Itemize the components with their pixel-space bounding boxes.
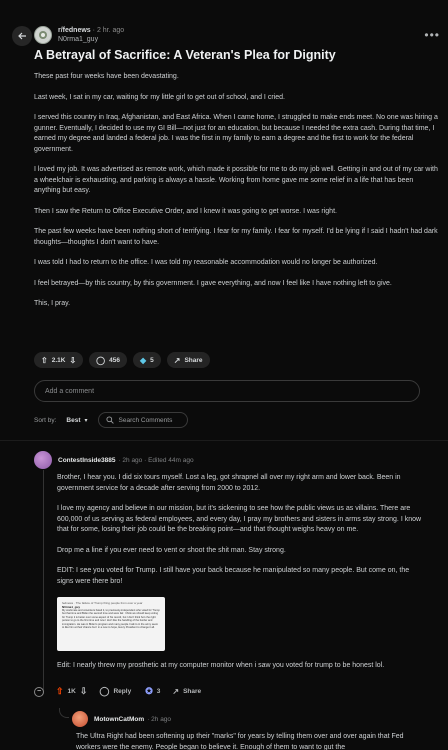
comments-button[interactable]: ◯ 456	[89, 352, 127, 368]
share-icon: ↗	[172, 687, 180, 696]
share-icon: ↗	[173, 355, 181, 365]
back-button[interactable]	[12, 26, 32, 46]
search-comments-input[interactable]: Search Comments	[97, 412, 188, 428]
comment: MotownCatMom · 2h ago	[72, 711, 432, 727]
back-arrow-icon	[18, 32, 26, 40]
upvote-icon[interactable]: ⇧	[41, 356, 48, 365]
share-button[interactable]: ↗ Share	[172, 687, 201, 696]
more-icon[interactable]: •••	[424, 28, 440, 42]
award-button[interactable]: ✪ 3	[145, 686, 160, 697]
subreddit-name[interactable]: r/fednews	[58, 27, 91, 34]
post-actions: ⇧ 2.1K ⇩ ◯ 456 ◆ 5 ↗ Share	[34, 352, 210, 368]
comment-count: 456	[109, 356, 120, 364]
comment-body: The Ultra Right had been softening up th…	[76, 733, 404, 750]
award-button[interactable]: ◆ 5	[132, 352, 161, 368]
avatar[interactable]	[72, 711, 88, 727]
comment-upvote-count: 1K	[67, 688, 76, 695]
post-header: r/fednews · 2 hr. ago N0rma1_guy •••	[34, 24, 440, 46]
upvote-count: 2.1K	[51, 356, 66, 364]
downvote-icon[interactable]: ⇩	[80, 686, 88, 697]
avatar[interactable]	[34, 451, 52, 469]
collapse-icon[interactable]: −	[34, 686, 44, 697]
search-icon	[105, 416, 114, 424]
post-paragraph: I served this country in Iraq, Afghanist…	[34, 114, 438, 153]
award-count: 5	[150, 356, 154, 364]
sort-dropdown[interactable]: Best	[66, 417, 80, 424]
post-paragraph: I was told I had to return to the office…	[34, 259, 378, 266]
award-icon: ✪	[145, 686, 153, 696]
comment-meta: · 2h ago · Edited 44m ago	[118, 456, 194, 464]
screenshot-text: My workmate and coworkers hated it, to p…	[62, 609, 160, 630]
post-paragraph: I loved my job. It was advertised as rem…	[34, 166, 438, 194]
add-comment-input[interactable]: Add a comment	[34, 380, 420, 402]
vote-pill: ⇧ 2.1K ⇩	[34, 352, 84, 368]
divider	[0, 440, 448, 441]
comment-icon: ◯	[96, 355, 106, 365]
award-count: 3	[156, 688, 161, 695]
post-paragraph: Last week, I sat in my car, waiting for …	[34, 93, 285, 101]
share-label: Share	[184, 356, 203, 364]
comment-author[interactable]: ContestInside3885	[58, 457, 115, 464]
post-paragraph: The past few weeks have been nothing sho…	[34, 228, 438, 246]
comment: ContestInside3885 · 2h ago · Edited 44m …	[34, 451, 426, 469]
post-time: 2 hr. ago	[96, 27, 125, 34]
post-paragraph: This, I pray.	[34, 300, 71, 307]
search-comments-placeholder: Search Comments	[118, 416, 173, 424]
post-author[interactable]: N0rma1_guy	[58, 35, 124, 44]
comment-actions: − ⇧ 1K ⇩ ◯ Reply ✪ 3 ↗ Share	[34, 686, 201, 697]
comment-body: Brother, I hear you. I did six tours mys…	[57, 473, 425, 682]
post-paragraph: Then I saw the Return to Office Executiv…	[34, 207, 337, 215]
separator-dot: ·	[92, 27, 95, 34]
comment-header: MotownCatMom · 2h ago	[72, 711, 432, 727]
upvote-icon[interactable]: ⇧	[56, 686, 64, 697]
comment-paragraph: I love my agency and believe in our miss…	[57, 505, 422, 533]
sort-label: Sort by:	[34, 416, 57, 424]
comment-author[interactable]: MotownCatMom	[94, 716, 144, 723]
award-icon: ◆	[139, 355, 147, 365]
downvote-icon[interactable]: ⇩	[69, 356, 76, 365]
chevron-down-icon[interactable]: ▾	[85, 417, 88, 424]
post-paragraph: I feel betrayed—by this country, by this…	[34, 279, 392, 287]
share-button[interactable]: ↗ Share	[166, 352, 210, 368]
screenshot-image[interactable]: fednews · The failure of Trump firing pe…	[57, 597, 165, 651]
share-label: Share	[183, 688, 202, 695]
reply-connector	[59, 708, 69, 718]
comment-paragraph: EDIT: I see you voted for Trump. I still…	[57, 567, 410, 585]
post-title: A Betrayal of Sacrifice: A Veteran's Ple…	[34, 48, 336, 62]
comment-paragraph: Edit: I nearly threw my prosthetic at my…	[57, 662, 385, 669]
thread-line[interactable]	[43, 470, 44, 692]
sort-row: Sort by: Best ▾ Search Comments	[34, 412, 188, 428]
subreddit-icon[interactable]	[34, 26, 52, 44]
post-body: These past four weeks have been devastat…	[34, 72, 438, 320]
comment-meta: · 2h ago	[147, 715, 172, 723]
reply-label: Reply	[113, 688, 132, 695]
comment-paragraph: Brother, I hear you. I did six tours mys…	[57, 474, 401, 492]
reply-button[interactable]: ◯ Reply	[99, 686, 131, 697]
post-paragraph: These past four weeks have been devastat…	[34, 73, 179, 80]
comment-vote: ⇧ 1K ⇩	[56, 686, 87, 697]
comment-icon: ◯	[99, 686, 110, 696]
comment-header: ContestInside3885 · 2h ago · Edited 44m …	[34, 451, 426, 469]
comment-paragraph: Drop me a line if you ever need to vent …	[57, 546, 286, 554]
